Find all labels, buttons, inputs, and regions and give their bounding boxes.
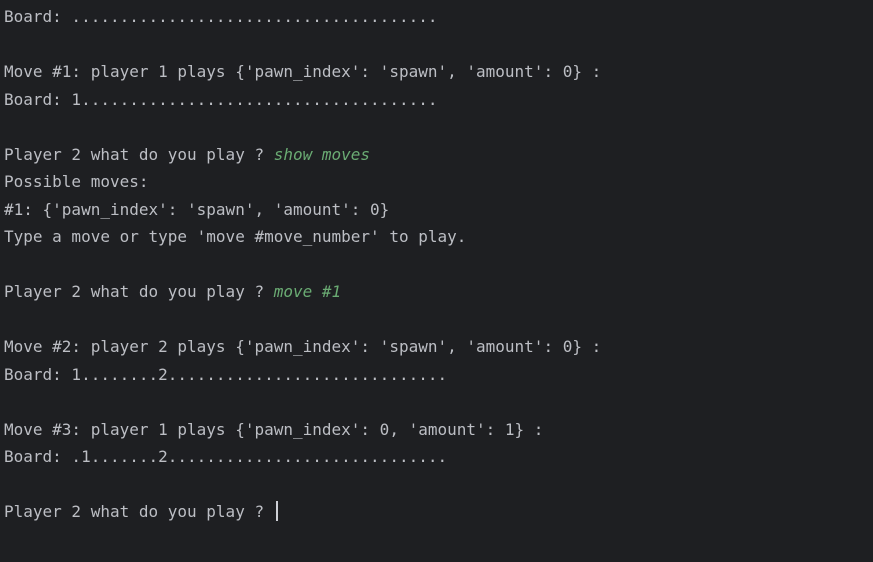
- user-input-text: show moves: [273, 144, 371, 164]
- console-line-board: Board: 1................................…: [4, 89, 438, 109]
- console-line-move: Move #3: player 1 plays {'pawn_index': 0…: [4, 419, 544, 439]
- console-line-board: Board: .................................…: [4, 7, 438, 26]
- console-line-possible-move: #1: {'pawn_index': 'spawn', 'amount': 0}: [4, 199, 390, 219]
- user-input-text: move #1: [273, 282, 342, 301]
- console-input-prompt[interactable]: Player 2 what do you play ?: [4, 498, 873, 526]
- console-line-move: Move #1: player 1 plays {'pawn_index': '…: [4, 62, 602, 81]
- console-line-board: Board: 1........2.......................…: [4, 364, 448, 384]
- run-console-output[interactable]: Board: .................................…: [0, 0, 873, 562]
- console-line-move: Move #2: player 2 plays {'pawn_index': '…: [4, 337, 602, 356]
- console-line-info: Type a move or type 'move #move_number' …: [4, 227, 467, 246]
- console-line-prompt: Player 2 what do you play ? move #1: [4, 282, 342, 301]
- console-line-info: Possible moves:: [4, 172, 149, 191]
- console-line-board: Board: .1.......2.......................…: [4, 447, 448, 466]
- console-line-prompt: Player 2 what do you play ? show moves: [4, 144, 371, 164]
- text-caret: [275, 501, 278, 521]
